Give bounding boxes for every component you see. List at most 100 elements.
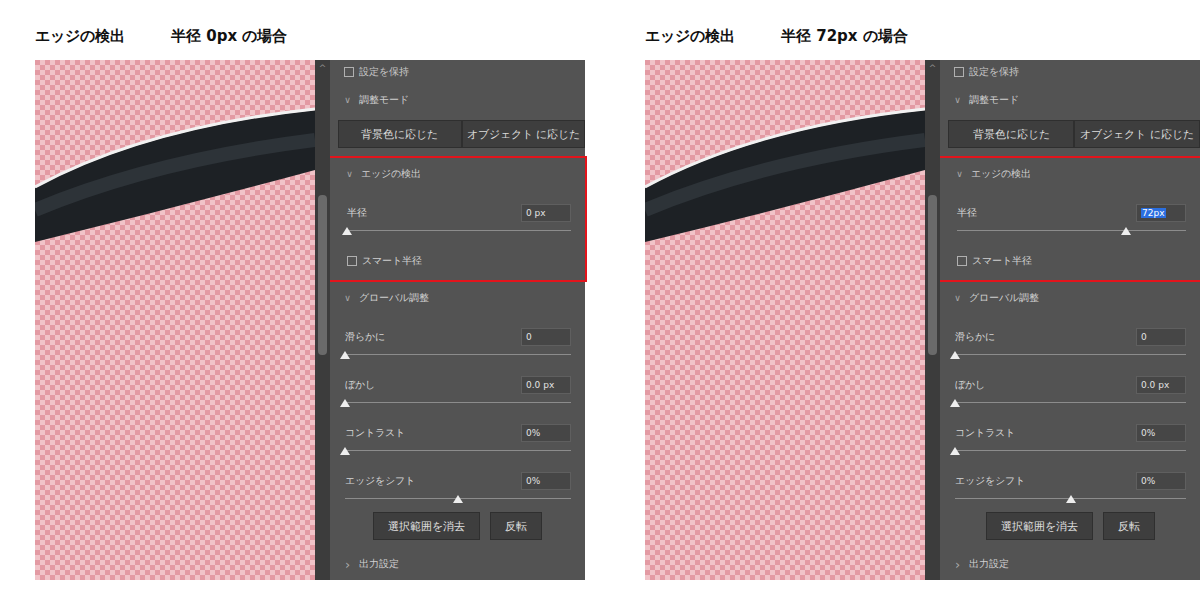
keep-settings-checkbox[interactable]: 設定を保持 [330,60,585,84]
slider-header: コントラスト0% [940,422,1200,444]
section-title[interactable]: 調整モード [969,93,1019,107]
value-field[interactable]: 0 [1136,328,1186,346]
value-field[interactable]: 0.0 px [1136,376,1186,394]
slider-thumb[interactable] [1066,495,1076,503]
scrollbar[interactable]: ^ [315,60,330,580]
chevron-down-icon[interactable]: ∨ [953,293,962,303]
preview-image [35,60,315,580]
section-title[interactable]: エッジの検出 [361,167,421,181]
section-header[interactable]: ∨ 調整モード [940,84,1200,116]
value-field[interactable]: 0% [1136,424,1186,442]
slider-thumb[interactable] [340,447,350,455]
slider-thumb[interactable] [1121,227,1131,235]
slider-thumb[interactable] [342,227,352,235]
value-text[interactable]: 0.0 px [1141,380,1169,390]
value-text[interactable]: 0% [1141,476,1155,486]
slider-thumb[interactable] [340,399,350,407]
scroll-up-icon[interactable]: ^ [315,60,330,74]
slider-thumb[interactable] [950,351,960,359]
value-field[interactable]: 0.0 px [521,376,571,394]
checkbox-label[interactable]: スマート半径 [362,254,422,268]
scrollbar[interactable]: ^ [925,60,940,580]
slider-track[interactable] [955,492,1186,506]
value-field[interactable]: 0% [521,424,571,442]
mode-button[interactable]: 背景色に応じた [948,120,1074,148]
checkbox[interactable] [344,67,354,77]
checkbox-label[interactable]: 設定を保持 [359,65,409,79]
slider-track[interactable] [345,348,571,362]
caption-subtitle: 半径 72px の場合 [781,27,908,46]
smart-radius-checkbox[interactable]: スマート半径 [332,250,585,272]
slider-track[interactable] [345,492,571,506]
value-field[interactable]: 0% [521,472,571,490]
slider-track[interactable] [345,444,571,458]
section-title[interactable]: グローバル調整 [359,291,429,305]
checkbox[interactable] [954,67,964,77]
mode-button[interactable]: 背景色に応じた [338,120,462,148]
chevron-down-icon[interactable]: ∨ [955,169,964,179]
action-button[interactable]: 反転 [1103,512,1155,540]
chevron-down-icon[interactable]: ∨ [953,95,962,105]
checkbox[interactable] [957,256,967,266]
smart-radius-checkbox[interactable]: スマート半径 [942,250,1200,272]
section-title[interactable]: 出力設定 [969,557,1009,571]
slider-track[interactable] [347,224,571,238]
section-title[interactable]: エッジの検出 [971,167,1031,181]
slider-track-wrap [330,444,585,458]
section-header[interactable]: ∨ グローバル調整 [330,282,585,314]
scrollbar-thumb[interactable] [318,195,327,355]
keep-settings-checkbox[interactable]: 設定を保持 [940,60,1200,84]
slider-track[interactable] [955,348,1186,362]
value-field[interactable]: 72px [1136,204,1186,222]
scrollbar-track[interactable] [318,76,327,576]
chevron-down-icon[interactable]: ∨ [343,293,352,303]
value-text[interactable]: 0% [526,476,540,486]
value-text[interactable]: 0 [526,332,532,342]
action-button[interactable]: 選択範囲を消去 [373,512,480,540]
slider-thumb[interactable] [453,495,463,503]
slider-track[interactable] [955,396,1186,410]
section-header[interactable]: › 出力設定 [940,548,1200,580]
value-text[interactable]: 0% [1141,428,1155,438]
preview-shape [645,60,925,580]
value-field[interactable]: 0 [521,328,571,346]
section-header[interactable]: ∨ 調整モード [330,84,585,116]
checkbox-label[interactable]: スマート半径 [972,254,1032,268]
value-text[interactable]: 0 [1141,332,1147,342]
section-header[interactable]: ∨ エッジの検出 [332,158,585,190]
chevron-right-icon[interactable]: › [343,557,352,572]
value-field[interactable]: 0% [1136,472,1186,490]
section-header[interactable]: › 出力設定 [330,548,585,580]
value-field[interactable]: 0 px [521,204,571,222]
slider-label: エッジをシフト [955,474,1025,488]
section-title[interactable]: グローバル調整 [969,291,1039,305]
slider-track[interactable] [957,224,1186,238]
checkbox[interactable] [347,256,357,266]
mode-button[interactable]: オブジェクト に応じた [1074,120,1200,148]
section-header[interactable]: ∨ グローバル調整 [940,282,1200,314]
action-button[interactable]: 選択範囲を消去 [986,512,1093,540]
slider-label: ぼかし [345,378,375,392]
slider-thumb[interactable] [340,351,350,359]
slider-track[interactable] [955,444,1186,458]
value-text[interactable]: 0 px [526,208,546,218]
value-text[interactable]: 0.0 px [526,380,554,390]
slider-track-wrap [940,444,1200,458]
chevron-down-icon[interactable]: ∨ [343,95,352,105]
action-button[interactable]: 反転 [490,512,542,540]
section-header[interactable]: ∨ エッジの検出 [942,158,1200,190]
section-title[interactable]: 出力設定 [359,557,399,571]
scrollbar-thumb[interactable] [928,195,937,355]
slider-thumb[interactable] [950,399,960,407]
slider-thumb[interactable] [950,447,960,455]
mode-button[interactable]: オブジェクト に応じた [462,120,586,148]
scrollbar-track[interactable] [928,76,937,576]
value-text[interactable]: 72px [1141,208,1166,218]
value-text[interactable]: 0% [526,428,540,438]
checkbox-label[interactable]: 設定を保持 [969,65,1019,79]
section-title[interactable]: 調整モード [359,93,409,107]
chevron-down-icon[interactable]: ∨ [345,169,354,179]
slider-track[interactable] [345,396,571,410]
scroll-up-icon[interactable]: ^ [925,60,940,74]
chevron-right-icon[interactable]: › [953,557,962,572]
